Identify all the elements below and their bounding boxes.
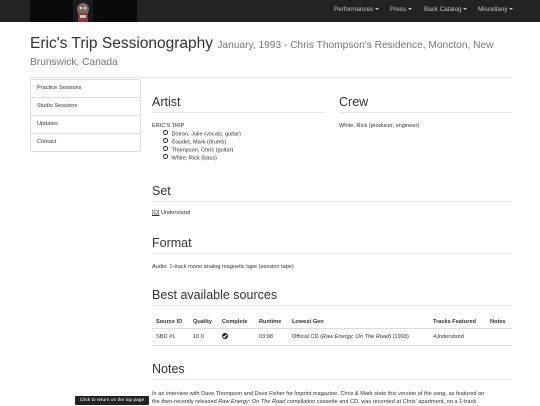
bullet-icon <box>163 138 168 143</box>
format-text: Audio: 1-track mono analog magnetic tape… <box>152 264 294 270</box>
divider <box>152 305 512 306</box>
sources-table: Source ID Quality Complete Runtime Lowes… <box>152 316 512 346</box>
column-header: Source ID <box>152 316 189 329</box>
divider <box>152 201 512 202</box>
divider <box>152 379 512 380</box>
format-heading: Format <box>152 236 192 250</box>
divider <box>339 112 512 113</box>
artist-heading: Artist <box>152 95 181 109</box>
complete-cell <box>218 328 255 346</box>
nav-back-catalog[interactable]: Back Catalog <box>424 6 468 13</box>
bullet-icon <box>163 130 168 135</box>
page-header: Eric's Trip Sessionography January, 1993… <box>30 33 512 78</box>
crew-heading: Crew <box>339 95 369 109</box>
divider <box>152 253 512 254</box>
column-header: Tracks Featured <box>429 316 486 329</box>
notes-text: In an interview with Dave Thompson and D… <box>152 391 485 405</box>
notes-cell <box>486 328 512 346</box>
sidebar-item-practice-sessions[interactable]: Practice Sessions <box>31 80 140 98</box>
bullet-icon <box>163 146 168 151</box>
tracks-featured-cell: •Understand <box>429 328 486 346</box>
chevron-down-icon <box>463 8 468 10</box>
page-subtitle-continued: Brunswick, Canada <box>30 57 118 68</box>
table-row: SBD #1 10.0 03:08 Official CD (Raw Energ… <box>152 328 512 346</box>
chevron-down-icon <box>408 8 413 10</box>
sidebar-item-updates[interactable]: Updates <box>31 116 140 134</box>
track-tag[interactable]: [Q] <box>152 210 159 216</box>
column-header: Notes <box>486 316 512 329</box>
nav-miscellany[interactable]: Miscellany <box>478 6 514 13</box>
site-logo[interactable] <box>30 0 137 22</box>
sidebar-nav: Practice Sessions Studio Sessions Update… <box>30 79 141 152</box>
sources-heading: Best available sources <box>152 288 278 302</box>
column-header: Runtime <box>255 316 288 329</box>
chevron-down-icon <box>509 8 514 10</box>
sidebar-item-studio-sessions[interactable]: Studio Sessions <box>31 98 140 116</box>
table-header-row: Source ID Quality Complete Runtime Lowes… <box>152 316 512 329</box>
lowest-gen-cell: Official CD (Raw Energy: On The Road) (1… <box>288 328 429 346</box>
column-header: Quality <box>189 316 218 329</box>
set-track[interactable]: [Q] Understand <box>152 210 190 216</box>
page-subtitle: January, 1993 - Chris Thompson's Residen… <box>217 40 494 51</box>
chevron-down-icon <box>375 8 380 10</box>
band-logo-icon <box>73 0 93 22</box>
column-header: Complete <box>218 316 255 329</box>
band-name: ERIC'S TRIP <box>152 123 185 129</box>
crew-text: White, Rick (producer, engineer) <box>339 123 420 129</box>
back-to-top-button[interactable]: Click to return on the top page <box>75 396 149 405</box>
nav-press[interactable]: Press <box>390 6 413 13</box>
notes-heading: Notes <box>152 362 185 376</box>
column-header: Lowest Gen <box>288 316 429 329</box>
runtime-cell: 03:08 <box>255 328 288 346</box>
page-title: Eric's Trip Sessionography January, 1993… <box>30 35 494 52</box>
list-item: White, Rick (bass) <box>163 154 217 163</box>
top-navbar: Performances Press Back Catalog Miscella… <box>0 0 540 22</box>
bullet-icon <box>163 154 168 159</box>
nav-performances[interactable]: Performances <box>334 6 380 13</box>
quality-cell: 10.0 <box>189 328 218 346</box>
check-circle-icon <box>222 333 228 339</box>
source-id-cell: SBD #1 <box>152 328 189 346</box>
divider <box>152 112 324 113</box>
set-heading: Set <box>152 184 171 198</box>
sidebar-item-contact[interactable]: Contact <box>31 134 140 151</box>
